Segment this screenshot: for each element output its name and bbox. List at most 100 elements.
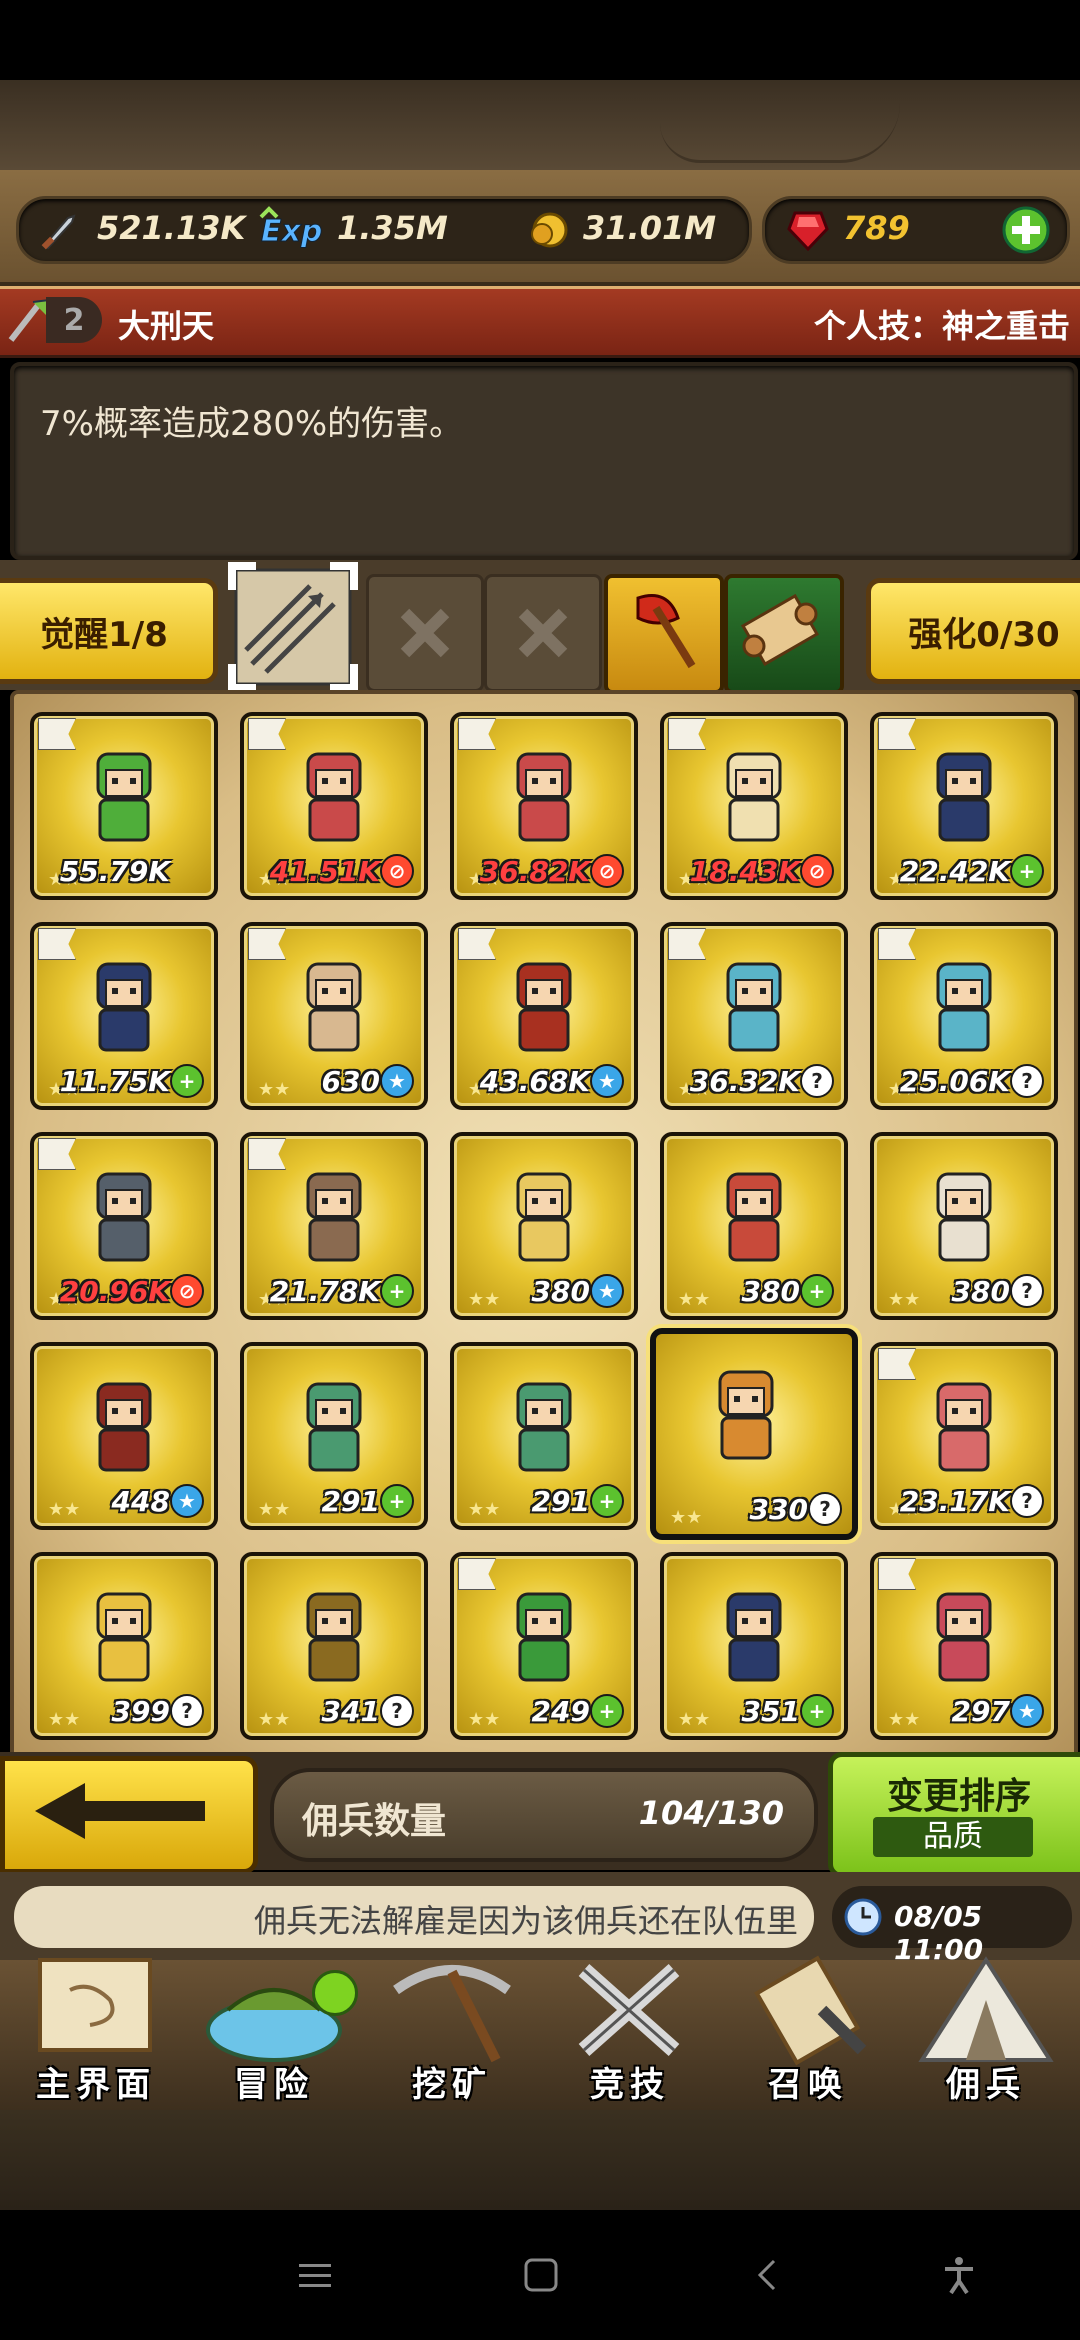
mercenary-card[interactable]: ★★ 23.17K? xyxy=(870,1342,1058,1530)
back-button[interactable] xyxy=(0,1756,258,1874)
mercenary-card[interactable]: ★★ 21.78K + xyxy=(240,1132,428,1320)
mercenary-card[interactable]: ★★ 291 + xyxy=(240,1342,428,1530)
rank-stars: ★★ xyxy=(468,1709,501,1730)
upgrade-plus-icon: + xyxy=(380,1484,414,1518)
enhance-button[interactable]: 强化0/30 xyxy=(866,578,1080,684)
mercenary-card[interactable]: ★★ 36.82K ⊘ xyxy=(450,712,638,900)
back-nav-icon[interactable] xyxy=(742,2250,792,2300)
nav-mining[interactable]: 挖矿 xyxy=(366,1950,538,2110)
mercenary-portrait xyxy=(718,1370,774,1460)
question-badge-icon: ? xyxy=(1010,1274,1044,1308)
mercenary-card[interactable]: ★★ 380 ★ xyxy=(450,1132,638,1320)
upgrade-plus-icon: + xyxy=(800,1694,834,1728)
menu-icon[interactable] xyxy=(290,2250,340,2300)
mercenary-card[interactable]: ★★ 11.75K + xyxy=(30,922,218,1110)
mercenary-power: 55.79K xyxy=(59,855,170,888)
rank-stars: ★★ xyxy=(48,1499,81,1520)
mercenary-card[interactable]: ★★ 22.42K + xyxy=(870,712,1058,900)
sword-icon xyxy=(37,207,83,253)
rank-stars: ★★ xyxy=(678,1709,711,1730)
tent-icon xyxy=(918,1956,1054,2062)
nav-label: 挖矿 xyxy=(412,2065,492,2105)
count-value: 104/130 xyxy=(638,1794,784,1832)
mercenary-card[interactable]: ★★ 330? xyxy=(650,1328,858,1540)
bottom-decoration xyxy=(0,2110,1080,2210)
mercenary-card[interactable]: ★★ 448 ★ xyxy=(30,1342,218,1530)
status-bar xyxy=(0,0,1080,80)
mercenary-power: 630 xyxy=(321,1065,380,1098)
mercenary-card[interactable]: ★★ 36.32K? xyxy=(660,922,848,1110)
nav-label: 竞技 xyxy=(590,2065,670,2105)
nav-summon[interactable]: 召唤 xyxy=(722,1950,894,2110)
mercenary-portrait xyxy=(306,1592,362,1682)
rank-stars: ★★ xyxy=(888,1289,921,1310)
mercenary-power: 341 xyxy=(321,1695,380,1728)
mercenary-portrait xyxy=(516,752,572,842)
top-decoration xyxy=(0,80,1080,170)
count-label: 佣兵数量 xyxy=(302,1801,447,1842)
question-badge-icon: ? xyxy=(170,1694,204,1728)
nav-mercenary[interactable]: 佣兵 xyxy=(900,1950,1072,2110)
personal-skill: 个人技：神之重击 xyxy=(813,307,1070,345)
mercenary-card[interactable]: ★★ 341? xyxy=(240,1552,428,1740)
empty-slot[interactable] xyxy=(484,574,602,692)
mercenary-card[interactable]: ★★ 297 ★ xyxy=(870,1552,1058,1740)
mercenary-card[interactable]: ★★ 41.51K ⊘ xyxy=(240,712,428,900)
mercenary-card[interactable]: ★★ 18.43K ⊘ xyxy=(660,712,848,900)
mercenary-card[interactable]: ★★ 55.79K xyxy=(30,712,218,900)
empty-slot[interactable] xyxy=(366,574,484,692)
mercenary-card[interactable]: ★★ 291 + xyxy=(450,1342,638,1530)
mercenary-power: 351 xyxy=(741,1695,800,1728)
blocked-icon: ⊘ xyxy=(590,854,624,888)
awaken-button[interactable]: 觉醒1/8 xyxy=(0,578,218,684)
mercenary-card[interactable]: ★★ 380 + xyxy=(660,1132,848,1320)
mercenary-card[interactable]: ★★ 25.06K? xyxy=(870,922,1058,1110)
upgrade-plus-icon: + xyxy=(800,1274,834,1308)
rank-stars: ★★ xyxy=(468,1499,501,1520)
nav-main[interactable]: 主界面 xyxy=(10,1950,182,2110)
skill-slot-active[interactable] xyxy=(226,560,360,694)
mercenary-portrait xyxy=(96,1382,152,1472)
mercenary-card[interactable]: ★★ 20.96K ⊘ xyxy=(30,1132,218,1320)
mercenary-power: 43.68K xyxy=(479,1065,590,1098)
mercenary-card[interactable]: ★★ 351 + xyxy=(660,1552,848,1740)
accessibility-icon[interactable] xyxy=(934,2250,984,2300)
mercenary-power: 330 xyxy=(749,1493,808,1526)
flag-icon xyxy=(458,718,496,750)
mercenary-card[interactable]: ★★ 399? xyxy=(30,1552,218,1740)
mercenary-power: 448 xyxy=(111,1485,170,1518)
mercenary-portrait xyxy=(516,962,572,1052)
mercenary-portrait xyxy=(936,1592,992,1682)
flag-icon xyxy=(248,1138,286,1170)
pickaxe-icon xyxy=(393,1965,511,2063)
flag-icon xyxy=(458,928,496,960)
mercenary-portrait xyxy=(96,1172,152,1262)
mercenary-power: 399 xyxy=(111,1695,170,1728)
change-sort-button[interactable]: 变更排序 品质 xyxy=(828,1752,1080,1878)
mercenary-portrait xyxy=(96,962,152,1052)
flag-icon xyxy=(38,928,76,960)
home-icon[interactable] xyxy=(516,2250,566,2300)
star-badge-icon: ★ xyxy=(380,1064,414,1098)
nav-label: 召唤 xyxy=(768,2065,848,2105)
star-badge-icon: ★ xyxy=(590,1064,624,1098)
mercenary-card[interactable]: ★★ 630 ★ xyxy=(240,922,428,1110)
rank-stars: ★★ xyxy=(258,1079,291,1100)
add-gems-button[interactable] xyxy=(1001,205,1051,255)
scroll-equipment-slot[interactable] xyxy=(724,574,844,694)
mercenary-power: 23.17K xyxy=(899,1485,1010,1518)
mercenary-portrait xyxy=(726,962,782,1052)
flag-icon xyxy=(668,928,706,960)
rank-stars: ★★ xyxy=(678,1289,711,1310)
flag-icon xyxy=(248,928,286,960)
mercenary-card[interactable]: ★★ 43.68K ★ xyxy=(450,922,638,1110)
mercenary-card[interactable]: ★★ 249 + xyxy=(450,1552,638,1740)
axe-equipment-slot[interactable] xyxy=(604,574,724,694)
exp-value: 1.35M xyxy=(337,209,448,247)
nav-adventure[interactable]: 冒险 xyxy=(188,1950,360,2110)
notice-text: 佣兵无法解雇是因为该佣兵还在队伍里 xyxy=(254,1902,799,1940)
nav-arena[interactable]: 竞技 xyxy=(544,1950,716,2110)
scroll-icon xyxy=(740,593,820,667)
sort-mode: 品质 xyxy=(873,1817,1033,1857)
mercenary-card[interactable]: ★★ 380? xyxy=(870,1132,1058,1320)
